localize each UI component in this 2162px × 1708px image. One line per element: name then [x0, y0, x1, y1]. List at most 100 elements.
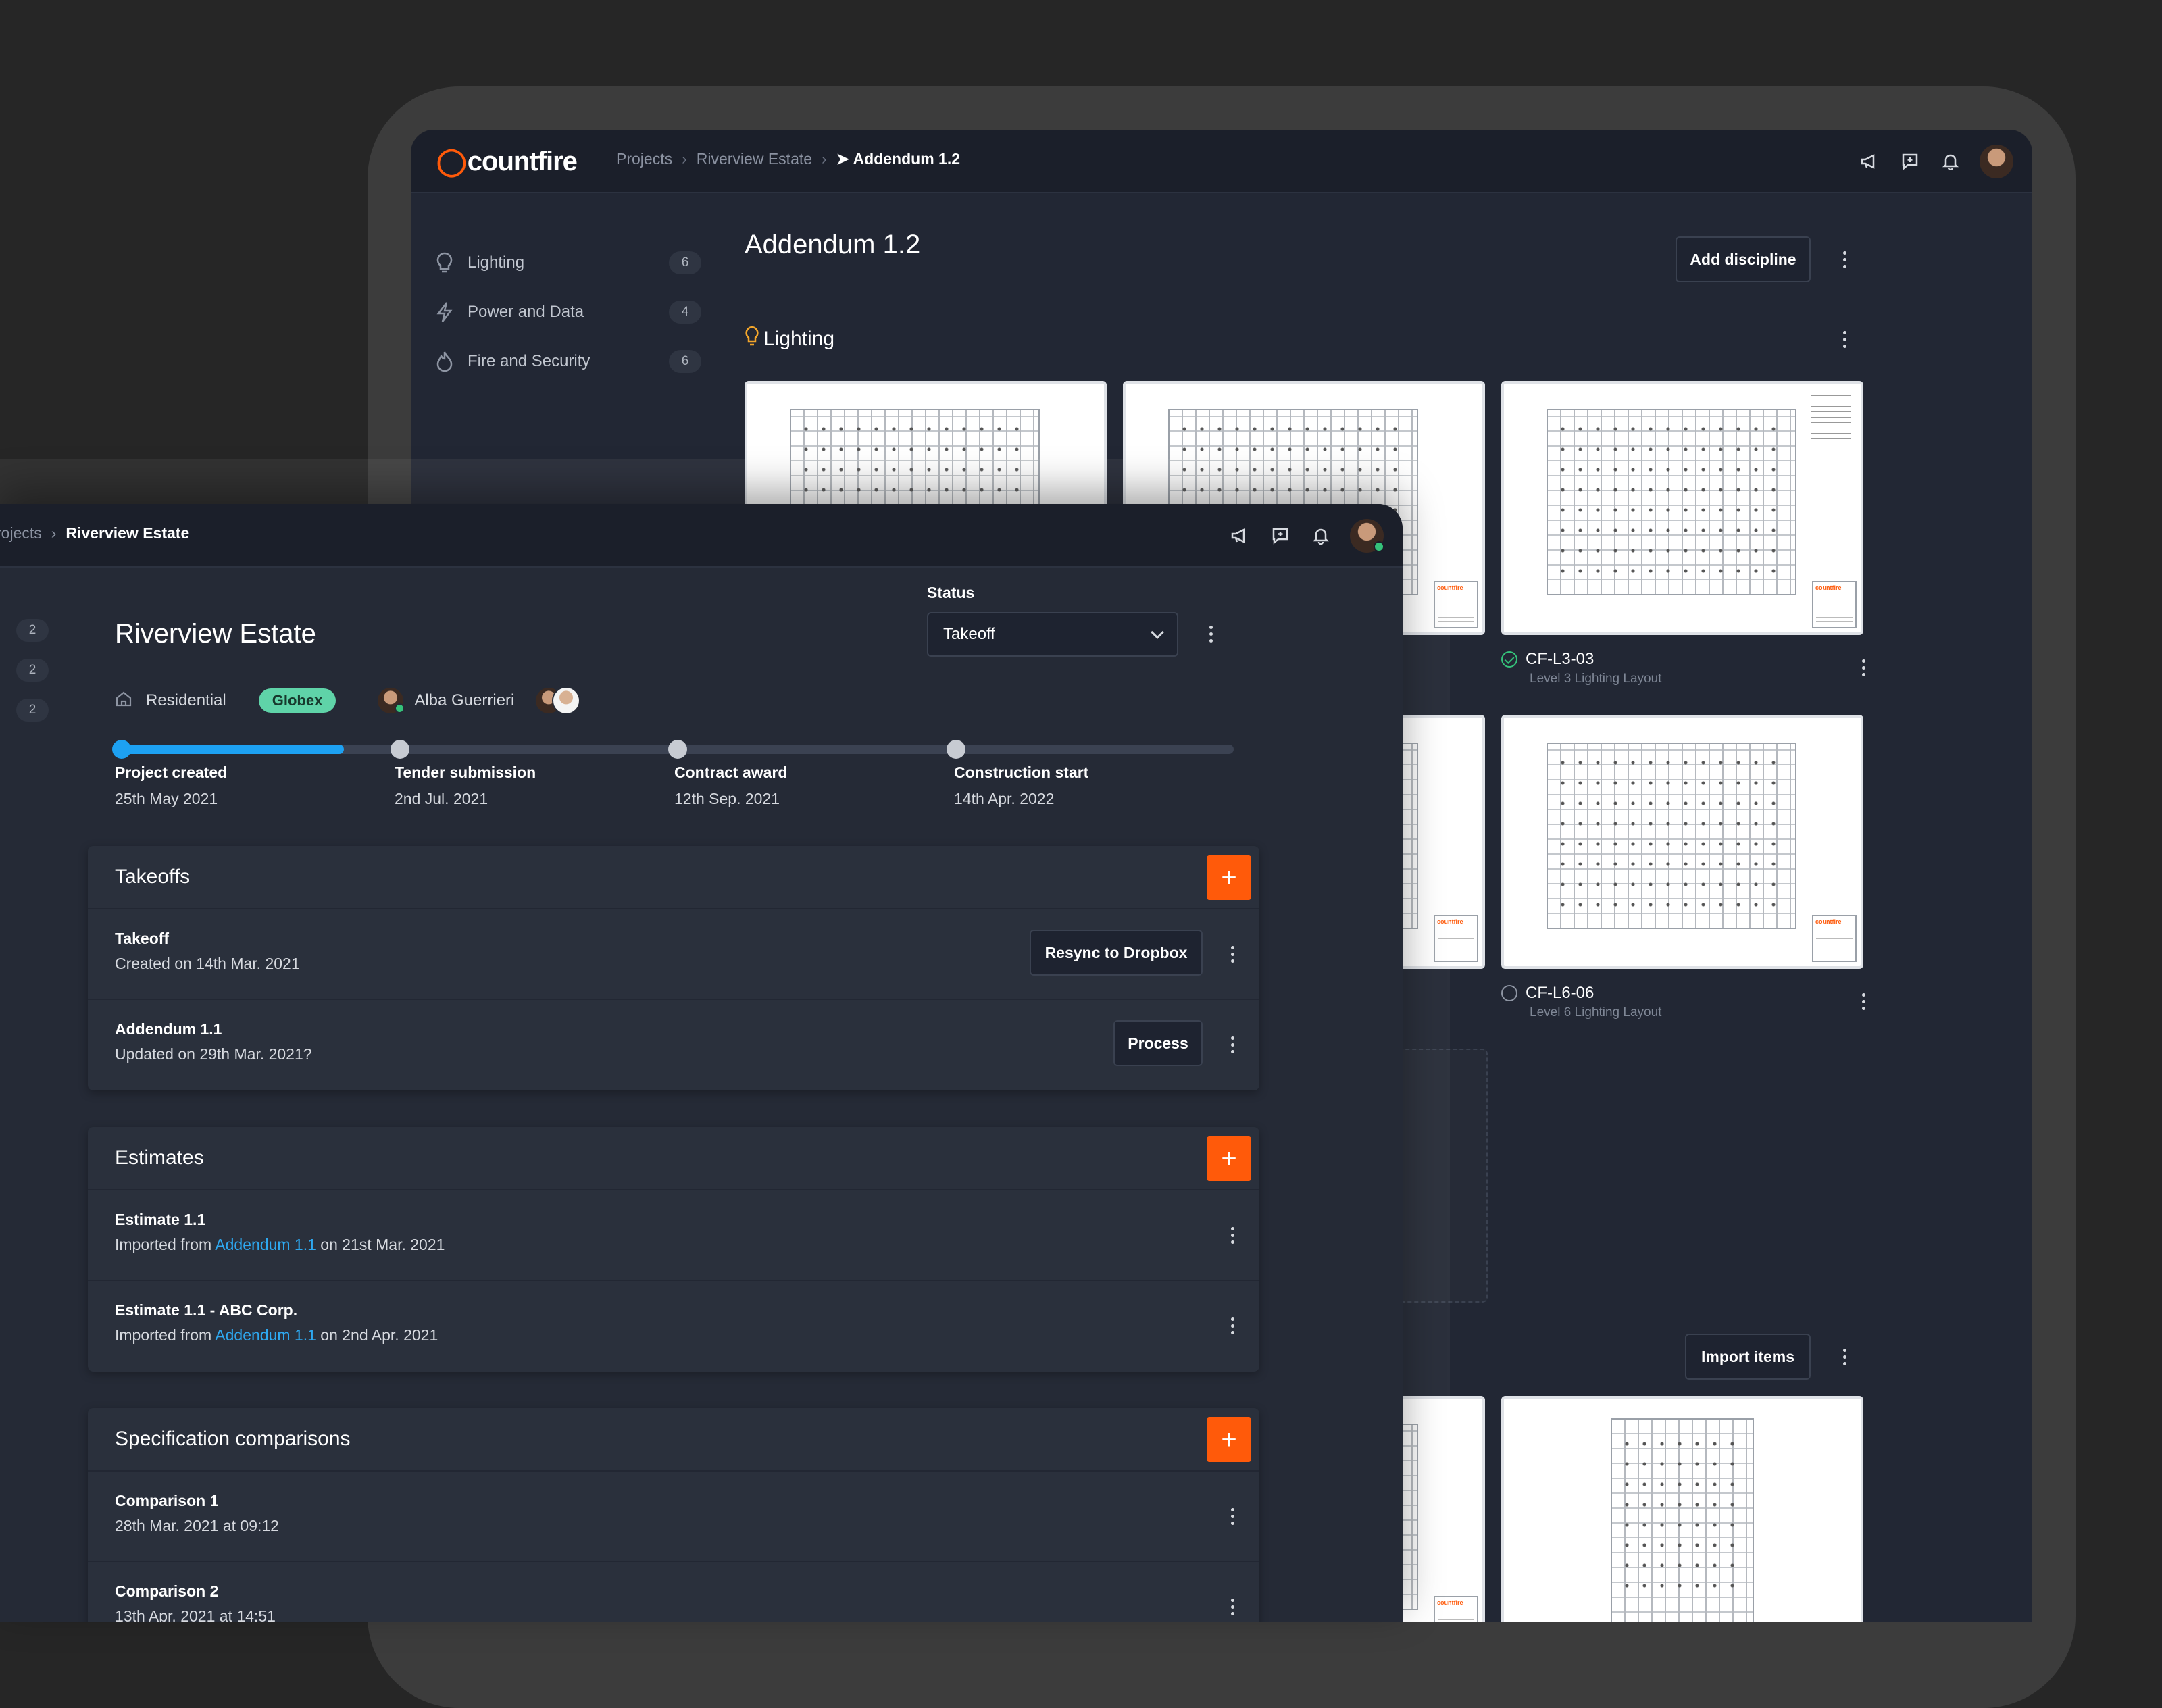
- title-block-logo: countfire: [1815, 584, 1842, 591]
- addendum-link[interactable]: Addendum 1.1: [215, 1326, 316, 1344]
- list-item[interactable]: Estimate 1.1 Imported from Addendum 1.1 …: [88, 1190, 1259, 1281]
- feedback-icon[interactable]: [1269, 524, 1292, 547]
- window-shadow: [0, 459, 1446, 504]
- drawing-more-icon[interactable]: [1857, 988, 1870, 1015]
- sidebar-item-fire-security[interactable]: Fire and Security 6: [431, 336, 701, 386]
- add-comparison-button[interactable]: +: [1207, 1417, 1251, 1462]
- resync-dropbox-button[interactable]: Resync to Dropbox: [1030, 930, 1203, 976]
- row-subtitle: Imported from Addendum 1.1 on 21st Mar. …: [115, 1236, 1232, 1254]
- check-circle-icon: [1501, 651, 1517, 668]
- milestone-title: Project created: [115, 763, 228, 781]
- milestone-title: Contract award: [674, 763, 788, 781]
- chevron-right-icon: ›: [682, 150, 687, 168]
- breadcrumb-projects[interactable]: Projects: [616, 150, 672, 168]
- client-badge[interactable]: Globex: [258, 688, 336, 713]
- breadcrumb: Projects › Riverview Estate › ➤ Addendum…: [616, 150, 960, 168]
- sidebar-item-label: Lighting: [468, 253, 525, 272]
- milestone-date: 12th Sep. 2021: [674, 790, 780, 807]
- circle-icon: [1501, 985, 1517, 1001]
- team-avatar: [552, 686, 581, 715]
- row-more-icon[interactable]: [1226, 1222, 1239, 1249]
- row-more-icon[interactable]: [1226, 1031, 1239, 1058]
- row-more-icon[interactable]: [1226, 1312, 1239, 1339]
- chevron-down-icon: [1151, 626, 1164, 639]
- subtitle-text: Imported from: [115, 1236, 216, 1253]
- add-estimate-button[interactable]: +: [1207, 1136, 1251, 1181]
- status-select[interactable]: Takeoff: [927, 612, 1178, 657]
- card-title: Takeoffs: [115, 865, 191, 888]
- sidebar-item-power-data[interactable]: Power and Data 4: [431, 287, 701, 336]
- status-label: Status: [927, 584, 975, 601]
- sidebar-count[interactable]: 2: [16, 699, 49, 722]
- bell-icon[interactable]: [1309, 524, 1332, 547]
- sidebar-counts: 2 2 2: [16, 619, 49, 738]
- import-items-button[interactable]: Import items: [1685, 1334, 1811, 1380]
- row-more-icon[interactable]: [1226, 940, 1239, 968]
- drawing-thumbnail-cf-l6-06[interactable]: countfire: [1501, 715, 1863, 969]
- project-type: Residential: [146, 691, 226, 709]
- milestone-node[interactable]: [390, 740, 409, 759]
- user-avatar[interactable]: [1350, 519, 1384, 553]
- top-bar: ◯countfire Projects › Riverview Estate ›…: [411, 130, 2032, 193]
- row-subtitle: 13th Apr. 2021 at 14:51: [115, 1607, 276, 1622]
- milestone-title: Construction start: [954, 763, 1089, 781]
- status-value: Takeoff: [943, 625, 995, 643]
- bulb-icon: [745, 326, 759, 353]
- addendum-link[interactable]: Addendum 1.1: [215, 1236, 316, 1253]
- row-title: Comparison 1: [115, 1492, 219, 1509]
- milestone-date: 14th Apr. 2022: [954, 790, 1055, 807]
- title-block: countfire: [1812, 581, 1857, 628]
- project-more-icon[interactable]: [1204, 620, 1217, 647]
- list-item[interactable]: Comparison 2 13th Apr. 2021 at 14:51: [88, 1562, 1259, 1622]
- drawing-thumbnail[interactable]: [1501, 1396, 1863, 1622]
- team-avatars[interactable]: [534, 686, 581, 715]
- megaphone-icon[interactable]: [1858, 150, 1881, 173]
- row-subtitle: Updated on 29th Mar. 2021?: [115, 1045, 312, 1063]
- card-header: Estimates +: [88, 1127, 1259, 1190]
- list-item[interactable]: Estimate 1.1 - ABC Corp. Imported from A…: [88, 1281, 1259, 1372]
- sidebar-count[interactable]: 2: [16, 619, 49, 642]
- list-item[interactable]: Comparison 1 28th Mar. 2021 at 09:12: [88, 1472, 1259, 1562]
- milestone-node[interactable]: [668, 740, 687, 759]
- fixture-markers: [1553, 418, 1790, 588]
- row-more-icon[interactable]: [1226, 1503, 1239, 1530]
- drawing-code[interactable]: CF-L6-06: [1526, 984, 1594, 1003]
- drawing-more-icon[interactable]: [1857, 654, 1870, 681]
- discipline-more-icon[interactable]: [1838, 326, 1851, 353]
- milestone-node[interactable]: [112, 740, 131, 759]
- estimates-card: Estimates + Estimate 1.1 Imported from Ad…: [88, 1127, 1259, 1372]
- milestone-date: 25th May 2021: [115, 790, 218, 807]
- flame-icon: [431, 348, 458, 375]
- megaphone-icon[interactable]: [1228, 524, 1251, 547]
- countfire-logo[interactable]: ◯countfire: [436, 146, 578, 177]
- process-button[interactable]: Process: [1113, 1020, 1203, 1066]
- bell-icon[interactable]: [1939, 150, 1962, 173]
- owner[interactable]: Alba Guerrieri: [376, 686, 514, 715]
- feedback-icon[interactable]: [1899, 150, 1921, 173]
- project-title: Riverview Estate: [115, 619, 316, 649]
- milestone-title: Tender submission: [395, 763, 536, 781]
- breadcrumb-projects[interactable]: rojects: [0, 524, 42, 543]
- add-takeoff-button[interactable]: +: [1207, 855, 1251, 900]
- card-header: Specification comparisons +: [88, 1408, 1259, 1472]
- breadcrumb-riverview[interactable]: Riverview Estate: [697, 150, 812, 168]
- row-more-icon[interactable]: [1226, 1593, 1239, 1620]
- user-avatar[interactable]: [1980, 145, 2013, 178]
- discipline-sidebar: Lighting 6 Power and Data 4 Fire and Sec…: [431, 238, 701, 386]
- logo-text: countfire: [467, 147, 578, 176]
- section-more-icon[interactable]: [1838, 1343, 1851, 1370]
- list-item[interactable]: Addendum 1.1 Updated on 29th Mar. 2021? …: [88, 1000, 1259, 1090]
- sidebar-count[interactable]: 2: [16, 659, 49, 682]
- page-more-icon[interactable]: [1838, 246, 1851, 273]
- sidebar-item-lighting[interactable]: Lighting 6: [431, 238, 701, 287]
- list-item[interactable]: Takeoff Created on 14th Mar. 2021 Resync…: [88, 909, 1259, 1000]
- add-discipline-button[interactable]: Add discipline: [1676, 236, 1811, 282]
- milestone-node[interactable]: [946, 740, 965, 759]
- row-title: Estimate 1.1: [115, 1211, 206, 1228]
- top-bar: rojects › Riverview Estate: [0, 504, 1403, 568]
- drawing-thumbnail-cf-l3-03[interactable]: countfire: [1501, 381, 1863, 635]
- subtitle-text: Imported from: [115, 1326, 216, 1344]
- page-title: Addendum 1.2: [745, 230, 921, 259]
- discipline-heading: Lighting: [745, 326, 834, 353]
- drawing-code[interactable]: CF-L3-03: [1526, 650, 1594, 669]
